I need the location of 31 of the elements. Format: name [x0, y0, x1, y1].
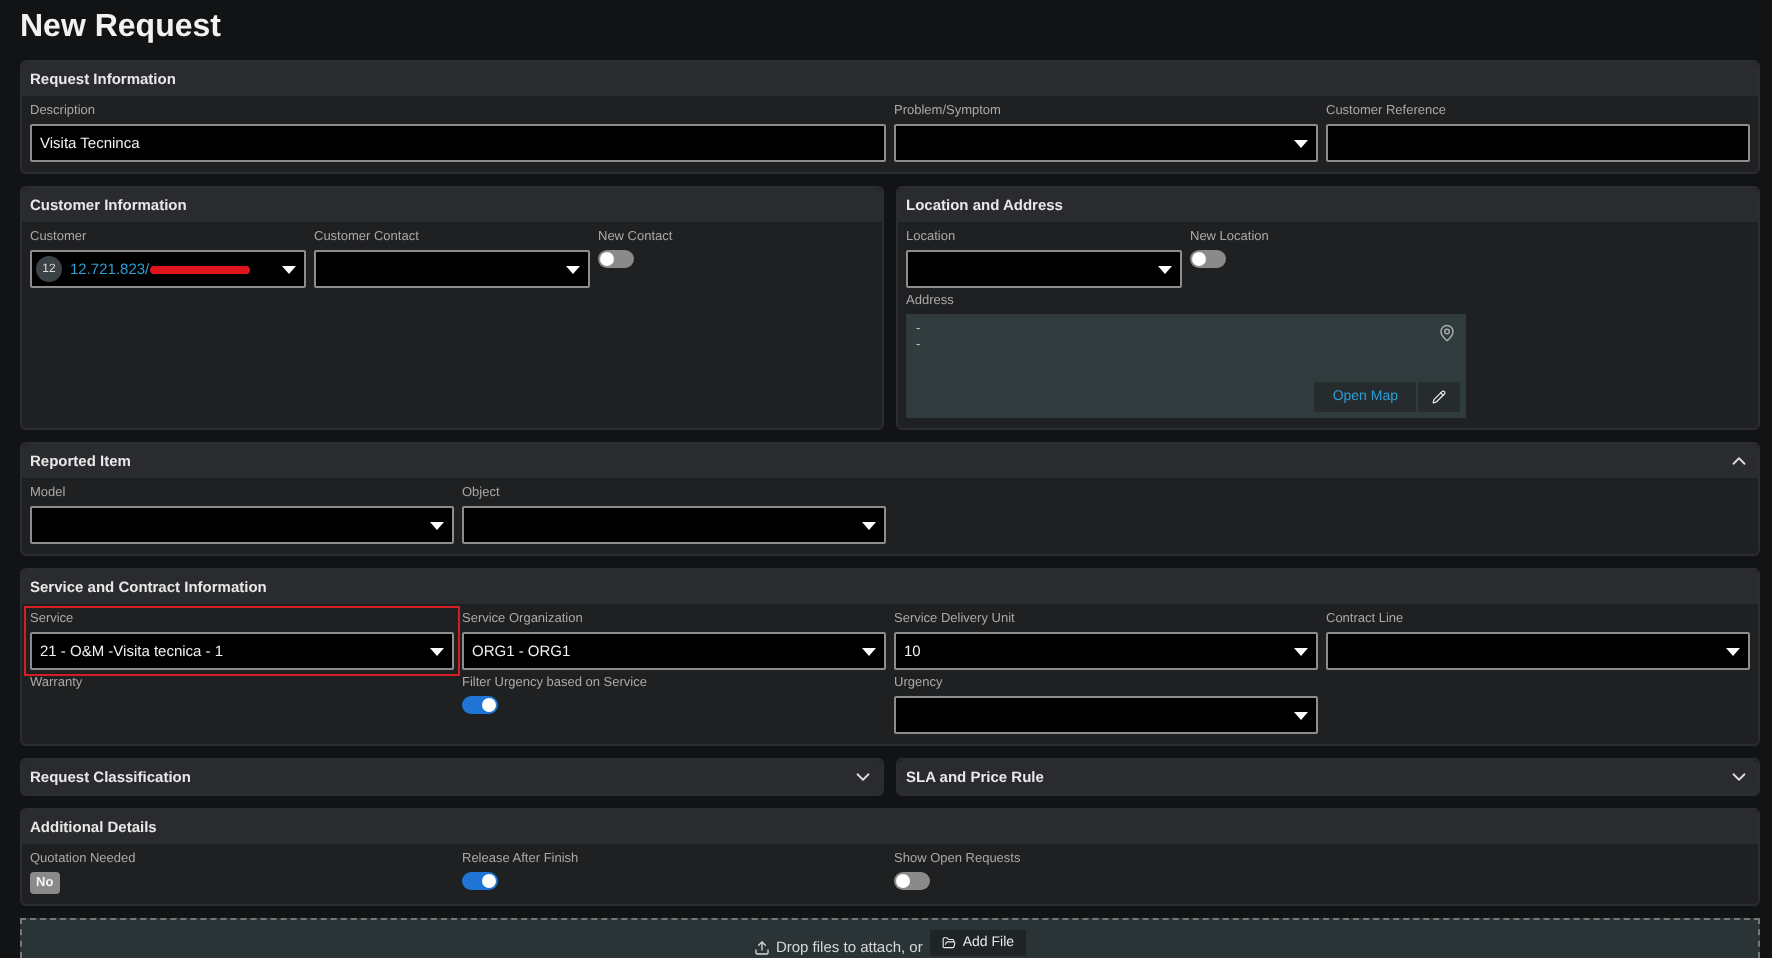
dropdown-field[interactable] [894, 124, 1318, 162]
caret-icon [1294, 711, 1308, 719]
redaction-mark [149, 266, 250, 274]
toggle-switch[interactable] [462, 696, 498, 714]
folder-icon [942, 936, 957, 950]
caret-icon [430, 647, 444, 655]
caret-icon [1294, 139, 1308, 147]
dropdown-field[interactable] [462, 506, 886, 544]
caret-icon [1294, 647, 1308, 655]
input-field[interactable] [1326, 124, 1750, 162]
caret-icon [862, 647, 876, 655]
toggle-switch[interactable] [462, 872, 498, 890]
dropdown-field[interactable] [314, 250, 590, 288]
caret-icon [430, 521, 444, 529]
pencil-icon [1432, 390, 1446, 404]
dropdown-field[interactable] [1326, 632, 1750, 670]
map-pin-icon [1438, 324, 1456, 342]
toggle-switch[interactable] [598, 250, 634, 268]
edit-button[interactable] [1418, 382, 1460, 412]
dropdown-field[interactable] [30, 506, 454, 544]
toggle-switch[interactable] [894, 872, 930, 890]
dropdown-field[interactable] [906, 250, 1182, 288]
caret-icon [1726, 647, 1740, 655]
dropdown-field[interactable] [894, 696, 1318, 734]
caret-icon [566, 265, 580, 273]
caret-icon [862, 521, 876, 529]
toggle-switch[interactable] [1190, 250, 1226, 268]
caret-icon [1158, 265, 1172, 273]
page-title: New Request [20, 8, 223, 48]
caret-icon [282, 265, 296, 273]
upload-icon [753, 939, 770, 955]
